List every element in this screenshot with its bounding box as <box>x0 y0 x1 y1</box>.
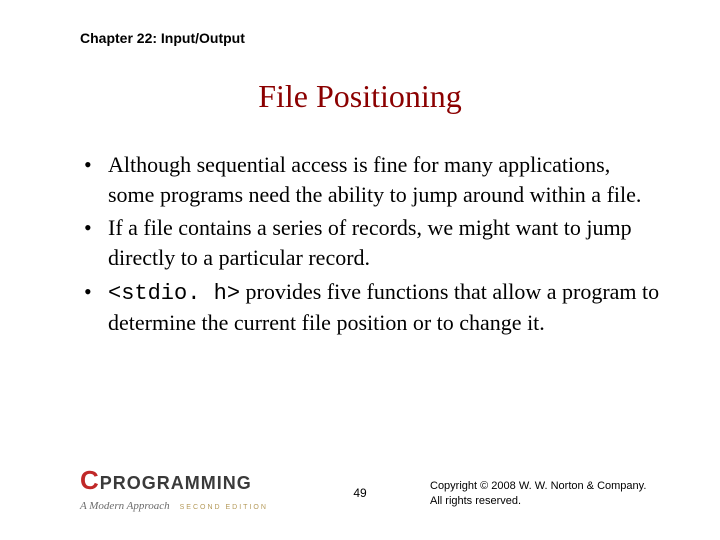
slide-title: File Positioning <box>0 78 720 115</box>
bullet-list: Although sequential access is fine for m… <box>80 150 660 338</box>
list-item: If a file contains a series of records, … <box>80 213 660 272</box>
list-item: Although sequential access is fine for m… <box>80 150 660 209</box>
bullet-text: Although sequential access is fine for m… <box>108 152 641 207</box>
slide: Chapter 22: Input/Output File Positionin… <box>0 0 720 540</box>
bullet-text: If a file contains a series of records, … <box>108 215 632 270</box>
copyright: Copyright © 2008 W. W. Norton & Company.… <box>430 479 660 508</box>
list-item: <stdio. h> provides five functions that … <box>80 277 660 338</box>
chapter-header: Chapter 22: Input/Output <box>80 30 245 46</box>
logo-edition: SECOND EDITION <box>180 504 268 511</box>
copyright-line: Copyright © 2008 W. W. Norton & Company. <box>430 479 660 493</box>
code-text: <stdio. h> <box>108 281 240 306</box>
copyright-line: All rights reserved. <box>430 494 660 508</box>
content-area: Although sequential access is fine for m… <box>80 150 660 342</box>
logo-subtitle: A Modern Approach <box>80 500 170 512</box>
footer: C PROGRAMMING A Modern Approach SECOND E… <box>0 474 720 522</box>
